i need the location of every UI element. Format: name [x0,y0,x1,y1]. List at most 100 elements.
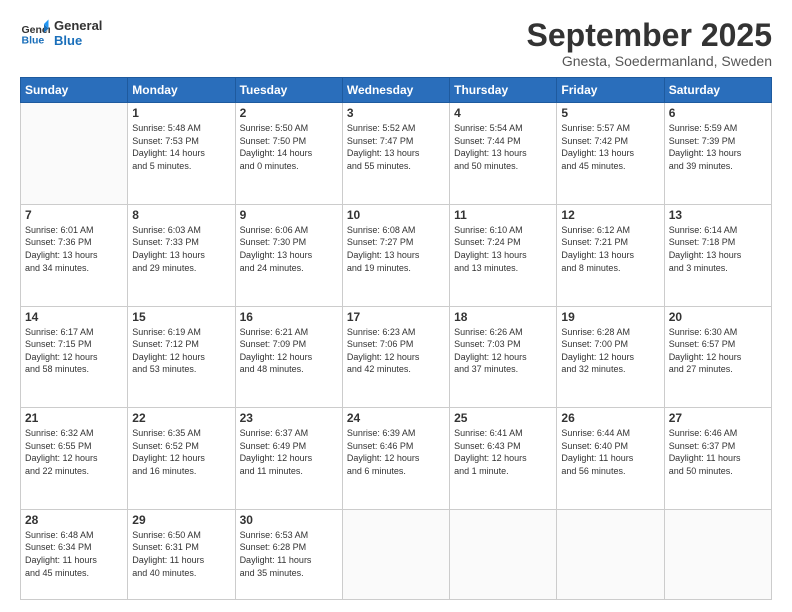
calendar-cell [450,509,557,599]
calendar-cell: 22 Sunrise: 6:35 AMSunset: 6:52 PMDayligh… [128,408,235,510]
day-info: Sunrise: 6:01 AMSunset: 7:36 PMDaylight:… [25,224,123,274]
day-number: 12 [561,208,659,222]
calendar-cell: 14 Sunrise: 6:17 AMSunset: 7:15 PMDayligh… [21,306,128,408]
day-info: Sunrise: 6:37 AMSunset: 6:49 PMDaylight:… [240,427,338,477]
day-number: 27 [669,411,767,425]
day-number: 16 [240,310,338,324]
day-number: 25 [454,411,552,425]
calendar-cell: 2 Sunrise: 5:50 AMSunset: 7:50 PMDaylight… [235,103,342,205]
calendar-cell: 5Sunrise: 5:57 AMSunset: 7:42 PMDaylight… [557,103,664,205]
day-number: 8 [132,208,230,222]
calendar-cell: 7 Sunrise: 6:01 AMSunset: 7:36 PMDaylight… [21,204,128,306]
calendar-cell [21,103,128,205]
day-info: Sunrise: 6:28 AMSunset: 7:00 PMDaylight:… [561,326,659,376]
day-number: 28 [25,513,123,527]
calendar-cell: 8 Sunrise: 6:03 AMSunset: 7:33 PMDaylight… [128,204,235,306]
day-number: 1 [132,106,230,120]
day-number: 26 [561,411,659,425]
calendar-cell: 29 Sunrise: 6:50 AMSunset: 6:31 PMDayligh… [128,509,235,599]
logo-icon: General Blue [20,18,50,48]
calendar-cell: 10Sunrise: 6:08 AMSunset: 7:27 PMDayligh… [342,204,449,306]
logo-line2: Blue [54,33,102,48]
weekday-header-tuesday: Tuesday [235,78,342,103]
day-number: 30 [240,513,338,527]
day-info: Sunrise: 6:17 AMSunset: 7:15 PMDaylight:… [25,326,123,376]
calendar-cell: 26 Sunrise: 6:44 AMSunset: 6:40 PMDayligh… [557,408,664,510]
day-info: Sunrise: 6:32 AMSunset: 6:55 PMDaylight:… [25,427,123,477]
day-info: Sunrise: 6:23 AMSunset: 7:06 PMDaylight:… [347,326,445,376]
weekday-header-wednesday: Wednesday [342,78,449,103]
calendar-cell: 4Sunrise: 5:54 AMSunset: 7:44 PMDaylight… [450,103,557,205]
day-info: Sunrise: 5:50 AMSunset: 7:50 PMDaylight:… [240,122,338,172]
day-number: 23 [240,411,338,425]
calendar-cell: 11 Sunrise: 6:10 AMSunset: 7:24 PMDayligh… [450,204,557,306]
day-number: 7 [25,208,123,222]
day-number: 24 [347,411,445,425]
week-row-2: 7 Sunrise: 6:01 AMSunset: 7:36 PMDaylight… [21,204,772,306]
title-block: September 2025 Gnesta, Soedermanland, Sw… [527,18,772,69]
calendar-cell [664,509,771,599]
day-number: 19 [561,310,659,324]
calendar-cell: 16 Sunrise: 6:21 AMSunset: 7:09 PMDayligh… [235,306,342,408]
location-subtitle: Gnesta, Soedermanland, Sweden [527,53,772,69]
day-info: Sunrise: 5:52 AMSunset: 7:47 PMDaylight:… [347,122,445,172]
calendar-cell: 30 Sunrise: 6:53 AMSunset: 6:28 PMDayligh… [235,509,342,599]
day-number: 20 [669,310,767,324]
day-number: 6 [669,106,767,120]
calendar-cell: 15 Sunrise: 6:19 AMSunset: 7:12 PMDayligh… [128,306,235,408]
calendar-table: SundayMondayTuesdayWednesdayThursdayFrid… [20,77,772,600]
calendar-cell: 28 Sunrise: 6:48 AMSunset: 6:34 PMDayligh… [21,509,128,599]
day-info: Sunrise: 5:59 AMSunset: 7:39 PMDaylight:… [669,122,767,172]
day-number: 29 [132,513,230,527]
day-info: Sunrise: 6:48 AMSunset: 6:34 PMDaylight:… [25,529,123,579]
calendar-cell: 18 Sunrise: 6:26 AMSunset: 7:03 PMDayligh… [450,306,557,408]
calendar-cell [342,509,449,599]
logo-line1: General [54,18,102,33]
day-number: 5 [561,106,659,120]
weekday-header-row: SundayMondayTuesdayWednesdayThursdayFrid… [21,78,772,103]
calendar-cell: 17 Sunrise: 6:23 AMSunset: 7:06 PMDayligh… [342,306,449,408]
calendar-cell [557,509,664,599]
day-number: 17 [347,310,445,324]
day-info: Sunrise: 5:48 AMSunset: 7:53 PMDaylight:… [132,122,230,172]
day-info: Sunrise: 6:14 AMSunset: 7:18 PMDaylight:… [669,224,767,274]
calendar-cell: 25Sunrise: 6:41 AMSunset: 6:43 PMDayligh… [450,408,557,510]
week-row-3: 14 Sunrise: 6:17 AMSunset: 7:15 PMDayligh… [21,306,772,408]
month-title: September 2025 [527,18,772,53]
calendar-cell: 13 Sunrise: 6:14 AMSunset: 7:18 PMDayligh… [664,204,771,306]
day-info: Sunrise: 6:19 AMSunset: 7:12 PMDaylight:… [132,326,230,376]
day-number: 11 [454,208,552,222]
day-info: Sunrise: 5:54 AMSunset: 7:44 PMDaylight:… [454,122,552,172]
day-number: 15 [132,310,230,324]
day-info: Sunrise: 6:26 AMSunset: 7:03 PMDaylight:… [454,326,552,376]
day-info: Sunrise: 6:46 AMSunset: 6:37 PMDaylight:… [669,427,767,477]
calendar-cell: 27 Sunrise: 6:46 AMSunset: 6:37 PMDayligh… [664,408,771,510]
day-info: Sunrise: 6:53 AMSunset: 6:28 PMDaylight:… [240,529,338,579]
day-info: Sunrise: 6:30 AMSunset: 6:57 PMDaylight:… [669,326,767,376]
calendar-cell: 23 Sunrise: 6:37 AMSunset: 6:49 PMDayligh… [235,408,342,510]
svg-text:Blue: Blue [22,35,45,47]
day-number: 10 [347,208,445,222]
weekday-header-saturday: Saturday [664,78,771,103]
day-info: Sunrise: 6:06 AMSunset: 7:30 PMDaylight:… [240,224,338,274]
day-number: 13 [669,208,767,222]
day-number: 18 [454,310,552,324]
day-info: Sunrise: 6:44 AMSunset: 6:40 PMDaylight:… [561,427,659,477]
day-info: Sunrise: 6:35 AMSunset: 6:52 PMDaylight:… [132,427,230,477]
calendar-cell: 20 Sunrise: 6:30 AMSunset: 6:57 PMDayligh… [664,306,771,408]
day-info: Sunrise: 6:39 AMSunset: 6:46 PMDaylight:… [347,427,445,477]
day-number: 3 [347,106,445,120]
day-info: Sunrise: 6:50 AMSunset: 6:31 PMDaylight:… [132,529,230,579]
day-number: 14 [25,310,123,324]
header: General Blue General Blue September 2025… [20,18,772,69]
page: General Blue General Blue September 2025… [0,0,792,612]
day-number: 2 [240,106,338,120]
week-row-4: 21Sunrise: 6:32 AMSunset: 6:55 PMDayligh… [21,408,772,510]
day-number: 22 [132,411,230,425]
day-info: Sunrise: 6:21 AMSunset: 7:09 PMDaylight:… [240,326,338,376]
calendar-cell: 21Sunrise: 6:32 AMSunset: 6:55 PMDayligh… [21,408,128,510]
day-number: 9 [240,208,338,222]
day-info: Sunrise: 6:03 AMSunset: 7:33 PMDaylight:… [132,224,230,274]
day-info: Sunrise: 6:10 AMSunset: 7:24 PMDaylight:… [454,224,552,274]
calendar-cell: 1 Sunrise: 5:48 AMSunset: 7:53 PMDaylight… [128,103,235,205]
